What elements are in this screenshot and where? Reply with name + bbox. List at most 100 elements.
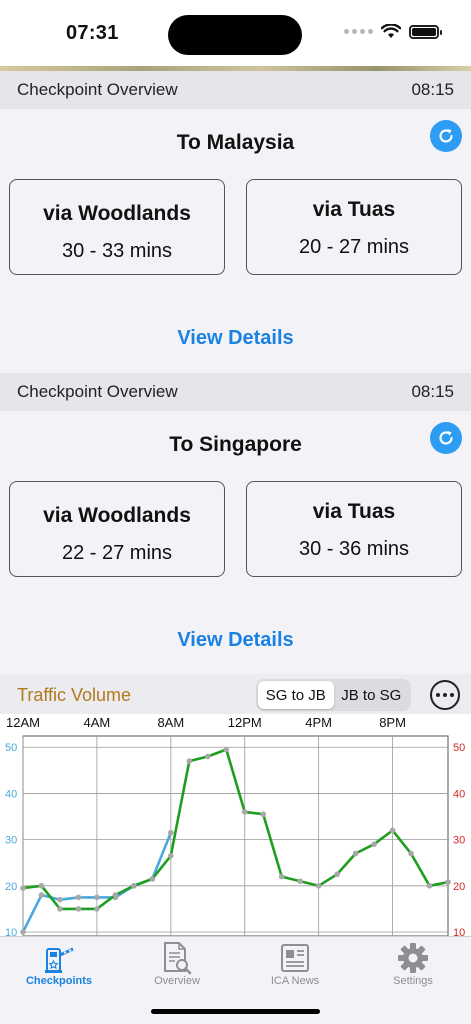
y-left-tick-label: 20 — [5, 881, 17, 893]
series-point-1 — [408, 850, 414, 857]
series-point-1 — [297, 878, 303, 884]
more-dot — [450, 693, 454, 697]
status-time: 07:31 — [66, 22, 119, 44]
series-point-1 — [278, 873, 285, 880]
tab-label: Settings — [393, 975, 433, 987]
refresh-malaysia-button[interactable] — [430, 120, 462, 152]
y-left-tick-label: 40 — [5, 788, 17, 800]
tab-label: ICA News — [270, 975, 320, 987]
malaysia-tuas-box[interactable]: via Tuas 20 - 27 mins — [246, 179, 462, 275]
series-point-1 — [260, 811, 267, 818]
newspaper-icon — [281, 944, 309, 972]
series-point-0 — [168, 829, 174, 836]
checkpoint-icon — [45, 947, 74, 973]
series-point-1 — [168, 852, 174, 859]
traffic-volume-chart: 12AM 4AM 8AM 12PM 4PM 8PM 10 10 20 20 30 30 40 40 50 50 — [0, 714, 471, 936]
header-time: 08:15 — [411, 80, 454, 99]
series-point-1 — [131, 883, 137, 889]
malaysia-woodlands-box[interactable]: via Woodlands 30 - 33 mins — [9, 179, 225, 275]
series-point-1 — [334, 871, 340, 878]
series-point-1 — [352, 850, 359, 857]
direction-segmented-control: SG to JB JB to SG — [256, 679, 411, 711]
series-point-1 — [389, 827, 396, 834]
to-singapore-title: To Singapore — [169, 433, 302, 456]
route-name: via Woodlands — [43, 202, 191, 225]
y-left-tick-label: 50 — [5, 742, 17, 754]
route-time: 22 - 27 mins — [61, 542, 173, 564]
home-indicator — [151, 1009, 320, 1014]
view-details-singapore-link[interactable]: View Details — [0, 629, 471, 652]
to-malaysia-card: To Malaysia via Woodlands 30 - 33 mins v… — [0, 109, 471, 373]
route-time: 30 - 33 mins — [61, 240, 173, 262]
y-right-tick-label: 40 — [453, 788, 465, 800]
route-time: 30 - 36 mins — [298, 538, 410, 560]
dynamic-island — [168, 15, 302, 55]
tab-label: Overview — [154, 975, 200, 987]
y-right-tick-label: 10 — [453, 927, 465, 936]
checkpoint-overview-header-singapore: Checkpoint Overview 08:15 — [0, 373, 471, 411]
cellular-signal-icon — [344, 29, 373, 34]
refresh-icon — [439, 431, 453, 445]
route-time: 20 - 27 mins — [298, 236, 410, 258]
more-options-button[interactable] — [430, 680, 460, 710]
series-point-1 — [241, 809, 248, 815]
series-point-0 — [94, 894, 100, 901]
route-name: via Woodlands — [43, 504, 191, 527]
series-point-1 — [20, 885, 26, 891]
route-name: via Tuas — [312, 500, 396, 523]
traffic-chart-svg: 12AM 4AM 8AM 12PM 4PM 8PM 10 10 20 20 30 30 40 40 50 50 — [5, 715, 465, 936]
series-point-1 — [371, 841, 377, 848]
x-tick-label: 12PM — [228, 715, 262, 730]
series-point-1 — [204, 753, 211, 760]
series-point-0 — [75, 894, 82, 901]
tab-label: Checkpoints — [25, 975, 92, 987]
series-line-1 — [22, 748, 449, 911]
document-search-icon — [164, 942, 192, 975]
series-point-1 — [112, 892, 119, 898]
more-dot — [436, 693, 440, 697]
tab-overview[interactable]: Overview — [118, 937, 236, 997]
view-details-malaysia-link[interactable]: View Details — [0, 327, 471, 350]
y-left-tick-label: 30 — [5, 835, 17, 847]
x-tick-label: 8AM — [157, 715, 184, 730]
series-point-1 — [57, 906, 63, 912]
route-name: via Tuas — [312, 198, 396, 221]
segment-sg-to-jb[interactable]: SG to JB — [258, 681, 334, 709]
singapore-tuas-box[interactable]: via Tuas 30 - 36 mins — [246, 481, 462, 577]
singapore-woodlands-box[interactable]: via Woodlands 22 - 27 mins — [9, 481, 225, 577]
x-tick-label: 4AM — [84, 715, 111, 730]
x-tick-label: 12AM — [6, 715, 40, 730]
tab-settings[interactable]: Settings — [354, 937, 471, 997]
y-right-tick-label: 20 — [453, 881, 465, 893]
tab-checkpoints[interactable]: Checkpoints — [0, 937, 118, 997]
series-point-1 — [426, 883, 433, 889]
to-singapore-card: To Singapore via Woodlands 22 - 27 mins … — [0, 411, 471, 674]
checkpoint-overview-header-malaysia: Checkpoint Overview 08:15 — [0, 71, 471, 109]
series-point-1 — [75, 906, 82, 912]
series-point-1 — [94, 906, 100, 912]
x-tick-label: 4PM — [305, 715, 332, 730]
segment-jb-to-sg[interactable]: JB to SG — [334, 681, 410, 709]
series-point-0 — [20, 929, 26, 935]
series-point-1 — [315, 883, 322, 889]
more-dot — [443, 693, 447, 697]
refresh-singapore-button[interactable] — [430, 422, 462, 454]
wifi-icon — [381, 24, 401, 38]
battery-icon — [409, 24, 442, 39]
gear-icon — [398, 943, 428, 973]
traffic-volume-title: Traffic Volume — [17, 685, 132, 705]
tab-ica-news[interactable]: ICA News — [236, 937, 354, 997]
series-point-1 — [445, 879, 451, 885]
series-point-0 — [57, 896, 63, 903]
x-tick-label: 8PM — [379, 715, 406, 730]
series-point-1 — [149, 876, 156, 882]
series-point-1 — [186, 758, 193, 764]
header-label: Checkpoint Overview — [17, 80, 178, 99]
to-malaysia-title: To Malaysia — [176, 131, 295, 154]
status-icons — [344, 24, 442, 39]
y-right-tick-label: 50 — [453, 742, 465, 754]
series-point-1 — [38, 883, 45, 889]
header-label: Checkpoint Overview — [17, 382, 178, 401]
series-point-1 — [223, 746, 230, 753]
header-time: 08:15 — [411, 382, 454, 401]
